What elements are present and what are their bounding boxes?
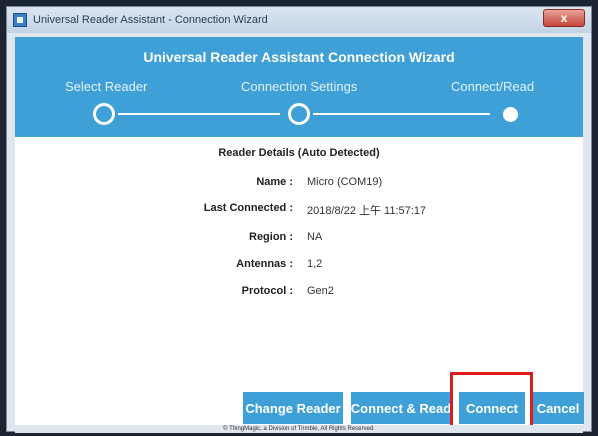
detail-row-last-connected: Last Connected : 2018/8/22 上午 11:57:17 bbox=[15, 202, 583, 217]
detail-value: 1,2 bbox=[307, 258, 323, 270]
connect-and-read-button[interactable]: Connect & Read bbox=[351, 392, 451, 424]
detail-value: Micro (COM19) bbox=[307, 176, 383, 188]
footer-copyright: © ThingMagic, a Division of Trimble, All… bbox=[15, 425, 583, 433]
step-label-connection-settings: Connection Settings bbox=[241, 79, 358, 94]
connection-wizard-window: Universal Reader Assistant - Connection … bbox=[6, 6, 592, 433]
detail-row-region: Region : NA bbox=[15, 231, 583, 245]
step-connector bbox=[118, 113, 280, 115]
detail-row-antennas: Antennas : 1,2 bbox=[15, 258, 583, 272]
connect-highlight-box bbox=[450, 372, 533, 428]
wizard-title: Universal Reader Assistant Connection Wi… bbox=[143, 49, 455, 65]
details-heading: Reader Details (Auto Detected) bbox=[218, 147, 380, 159]
title-bar: Universal Reader Assistant - Connection … bbox=[7, 7, 591, 33]
detail-value: Gen2 bbox=[307, 285, 334, 297]
window-title: Universal Reader Assistant - Connection … bbox=[33, 14, 268, 26]
step-connector bbox=[313, 113, 490, 115]
step-indicator-select-reader bbox=[93, 103, 115, 125]
detail-value: 2018/8/22 上午 11:57:17 bbox=[307, 205, 427, 217]
detail-key: Region : bbox=[249, 231, 293, 243]
detail-key: Antennas : bbox=[236, 258, 293, 270]
step-indicator-connect-read bbox=[503, 107, 518, 122]
close-button[interactable]: x bbox=[543, 9, 585, 27]
wizard-header: Universal Reader Assistant Connection Wi… bbox=[15, 37, 583, 137]
detail-key: Last Connected : bbox=[203, 202, 293, 214]
step-indicator-connection-settings bbox=[288, 103, 310, 125]
detail-row-protocol: Protocol : Gen2 bbox=[15, 285, 583, 299]
app-icon bbox=[13, 13, 27, 27]
cancel-button[interactable]: Cancel bbox=[532, 392, 584, 424]
change-reader-button[interactable]: Change Reader bbox=[243, 392, 343, 424]
step-label-select-reader: Select Reader bbox=[65, 79, 148, 94]
wizard-content: Universal Reader Assistant Connection Wi… bbox=[15, 37, 584, 428]
detail-value: NA bbox=[307, 231, 323, 243]
detail-key: Name : bbox=[256, 176, 293, 188]
step-label-connect-read: Connect/Read bbox=[451, 79, 535, 94]
detail-key: Protocol : bbox=[241, 285, 293, 297]
detail-row-name: Name : Micro (COM19) bbox=[15, 176, 583, 190]
